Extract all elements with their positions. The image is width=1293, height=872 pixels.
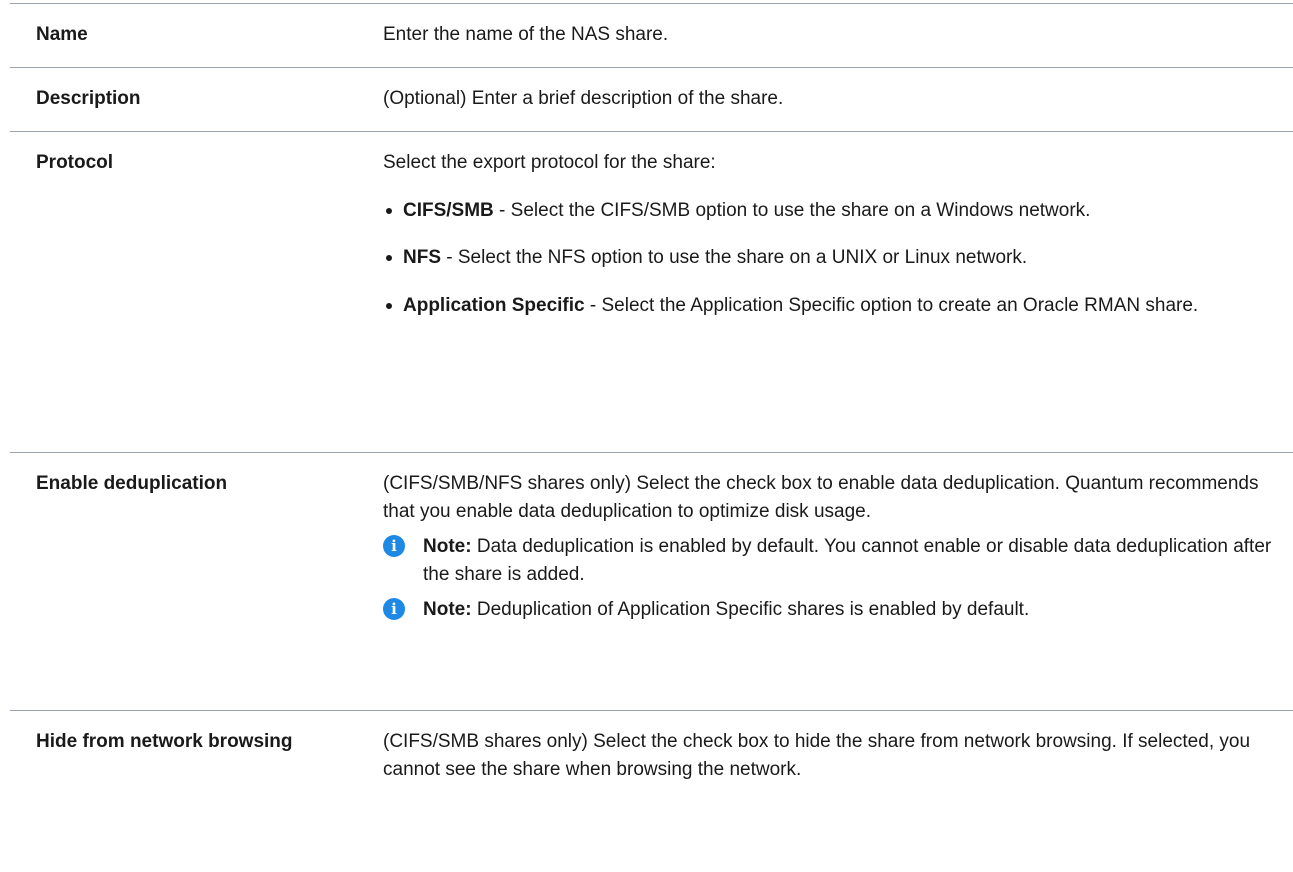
table-row-protocol: Protocol Select the export protocol for …	[10, 131, 1293, 452]
option-text: - Select the CIFS/SMB option to use the …	[493, 199, 1091, 221]
option-name: Application Specific	[403, 294, 585, 316]
list-item-nfs: NFS - Select the NFS option to use the s…	[383, 244, 1273, 272]
row-label-name: Name	[36, 24, 88, 45]
bullet-icon	[386, 207, 392, 214]
note-default-enabled: i Note: Data deduplication is enabled by…	[383, 533, 1273, 588]
option-text: - Select the NFS option to use the share…	[441, 247, 1028, 269]
row-label-enable-deduplication: Enable deduplication	[36, 473, 228, 494]
row-label-description: Description	[36, 88, 141, 109]
note-prefix: Note:	[423, 536, 472, 558]
row-text-description: (Optional) Enter a brief description of …	[383, 88, 784, 109]
note-application-specific: i Note: Deduplication of Application Spe…	[383, 596, 1273, 624]
row-desc-name: Enter the name of the NAS share.	[383, 4, 1293, 67]
table-row-name: Name Enter the name of the NAS share.	[10, 3, 1293, 67]
row-text-name: Enter the name of the NAS share.	[383, 24, 669, 45]
bullet-icon	[386, 255, 392, 262]
list-item-cifs-smb: CIFS/SMB - Select the CIFS/SMB option to…	[383, 197, 1273, 225]
info-icon: i	[383, 598, 405, 621]
note-text: Deduplication of Application Specific sh…	[471, 599, 1030, 621]
table-row-hide-from-network-browsing: Hide from network browsing (CIFS/SMB sha…	[10, 710, 1293, 850]
row-desc-enable-deduplication: (CIFS/SMB/NFS shares only) Select the ch…	[383, 453, 1293, 710]
info-icon: i	[383, 535, 405, 558]
hide-browsing-text: (CIFS/SMB shares only) Select the check …	[383, 731, 1251, 780]
option-text: - Select the Application Specific option…	[584, 294, 1199, 316]
row-label-protocol: Protocol	[36, 152, 114, 173]
bullet-icon	[386, 302, 392, 309]
table-row-description: Description (Optional) Enter a brief des…	[10, 67, 1293, 131]
settings-table: Name Enter the name of the NAS share. De…	[10, 3, 1293, 850]
protocol-options-list: CIFS/SMB - Select the CIFS/SMB option to…	[383, 197, 1273, 320]
row-label-hide-from-network-browsing: Hide from network browsing	[36, 731, 293, 752]
table-row-enable-deduplication: Enable deduplication (CIFS/SMB/NFS share…	[10, 452, 1293, 710]
row-desc-description: (Optional) Enter a brief description of …	[383, 68, 1293, 131]
note-text: Data deduplication is enabled by default…	[423, 536, 1272, 585]
dedup-text: (CIFS/SMB/NFS shares only) Select the ch…	[383, 473, 1259, 522]
option-name: NFS	[403, 247, 441, 269]
list-item-application-specific: Application Specific - Select the Applic…	[383, 292, 1273, 320]
protocol-intro: Select the export protocol for the share…	[383, 152, 716, 173]
row-desc-hide-from-network-browsing: (CIFS/SMB shares only) Select the check …	[383, 711, 1293, 850]
option-name: CIFS/SMB	[403, 199, 494, 221]
row-desc-protocol: Select the export protocol for the share…	[383, 132, 1293, 452]
note-prefix: Note:	[423, 599, 472, 621]
